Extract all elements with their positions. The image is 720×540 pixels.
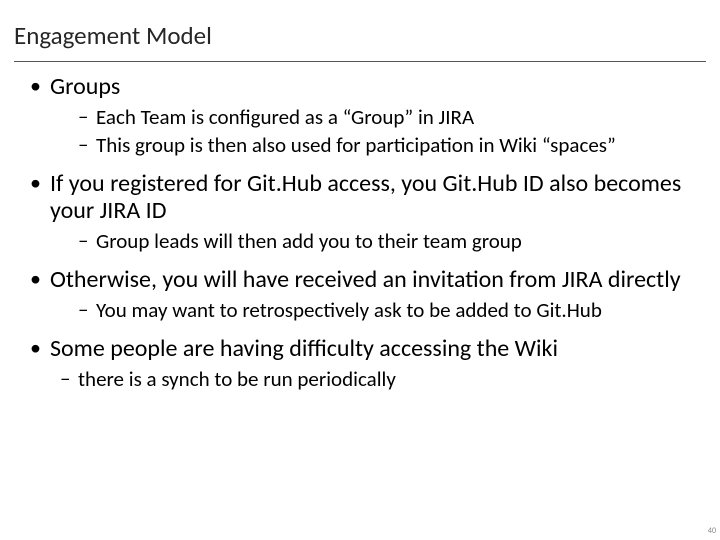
- list-item-text: Some people are having difficulty access…: [50, 334, 558, 363]
- slide-title: Engagement Model: [14, 14, 706, 62]
- list-item-text: Otherwise, you will have received an inv…: [50, 265, 681, 294]
- list-item-text: Groups: [50, 72, 120, 101]
- sub-list: You may want to retrospectively ask to b…: [50, 296, 706, 324]
- list-item: Groups Each Team is configured as a “Gro…: [30, 68, 706, 165]
- sub-list-item-text: Each Team is configured as a “Group” in …: [96, 104, 474, 130]
- slide: Engagement Model Groups Each Team is con…: [0, 0, 720, 540]
- sub-list-item: there is a synch to be run periodically: [60, 365, 706, 393]
- page-number: 40: [708, 526, 716, 536]
- bullet-list: Groups Each Team is configured as a “Gro…: [14, 68, 706, 399]
- sub-list-item: Each Team is configured as a “Group” in …: [78, 103, 706, 131]
- sub-list-item-text: This group is then also used for partici…: [96, 132, 616, 158]
- sub-list-item: You may want to retrospectively ask to b…: [78, 296, 706, 324]
- list-item: Otherwise, you will have received an inv…: [30, 261, 706, 330]
- sub-list-item: This group is then also used for partici…: [78, 131, 706, 159]
- list-item: If you registered for Git.Hub access, yo…: [30, 165, 706, 261]
- sub-list: there is a synch to be run periodically: [50, 365, 706, 393]
- sub-list: Group leads will then add you to their t…: [50, 227, 706, 255]
- sub-list-item-text: Group leads will then add you to their t…: [96, 228, 522, 254]
- sub-list-item: Group leads will then add you to their t…: [78, 227, 706, 255]
- sub-list: Each Team is configured as a “Group” in …: [50, 103, 706, 159]
- list-item: Some people are having difficulty access…: [30, 330, 706, 399]
- list-item-text: If you registered for Git.Hub access, yo…: [50, 169, 681, 226]
- sub-list-item-text: there is a synch to be run periodically: [78, 366, 396, 392]
- sub-list-item-text: You may want to retrospectively ask to b…: [96, 297, 602, 323]
